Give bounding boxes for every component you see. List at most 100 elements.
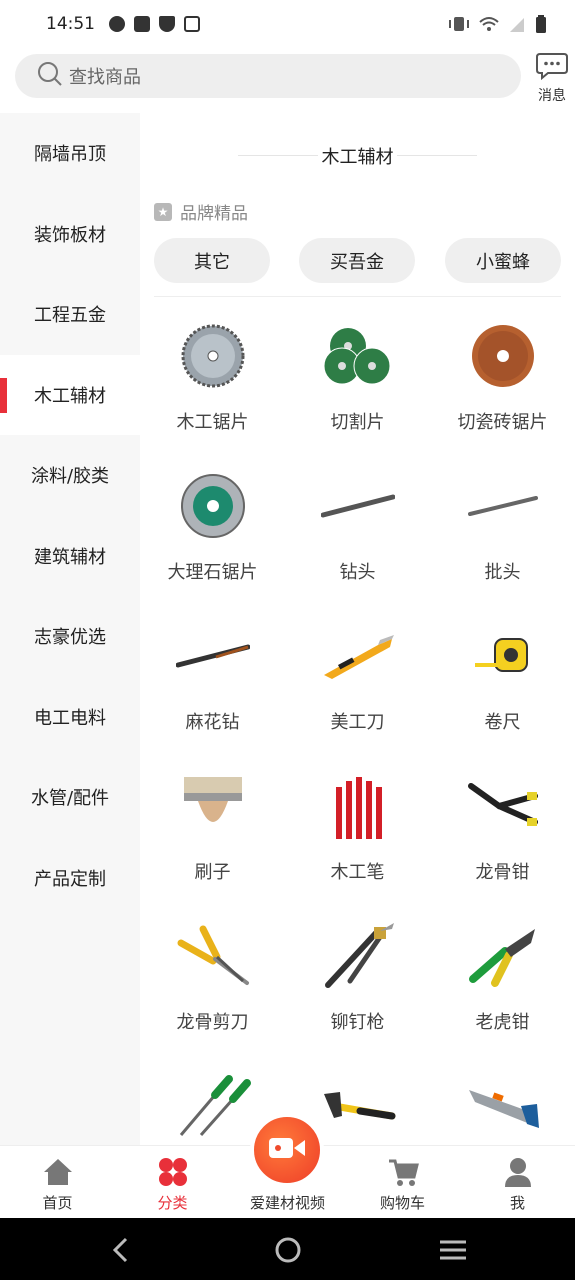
drill-bit-icon [318, 466, 398, 546]
brand-pill-maiwujin[interactable]: 买吾金 [299, 238, 415, 283]
product-item[interactable]: 龙骨剪刀 [140, 908, 285, 1058]
section-title: 木工辅材 [140, 143, 575, 169]
tab-category[interactable]: 分类 [115, 1146, 230, 1219]
product-name: 木工笔 [330, 862, 385, 883]
video-camera-icon [267, 1134, 307, 1166]
product-item[interactable]: 钻头 [285, 458, 430, 608]
sidebar-item-zhihao-picks[interactable]: 志豪优选 [0, 596, 140, 677]
calendar-icon [184, 16, 200, 32]
keel-shears-icon [173, 916, 253, 996]
signal-icon [508, 16, 526, 32]
product-name: 批头 [484, 562, 521, 583]
product-name: 老虎钳 [475, 1012, 530, 1033]
brush-icon [173, 766, 253, 846]
speedometer-icon [109, 16, 125, 32]
tab-label: 购物车 [379, 1194, 425, 1212]
tab-label: 分类 [157, 1194, 188, 1212]
search-placeholder: 查找商品 [69, 67, 141, 88]
tab-home[interactable]: 首页 [0, 1146, 115, 1219]
product-name: 刷子 [194, 862, 231, 883]
message-label: 消息 [538, 88, 566, 104]
category-sidebar: 隔墙吊顶 装饰板材 工程五金 木工辅材 涂料/胶类 建筑辅材 志豪优选 电工电料… [0, 113, 140, 1145]
brand-divider [154, 296, 561, 297]
product-item[interactable]: 卷尺 [430, 608, 575, 758]
product-name: 美工刀 [330, 712, 385, 733]
category-icon [157, 1156, 189, 1188]
brand-section-label: ★ 品牌精品 [154, 199, 248, 224]
sidebar-item-electrical[interactable]: 电工电料 [0, 677, 140, 758]
search-icon [37, 61, 63, 91]
recents-icon[interactable] [438, 1235, 468, 1265]
brand-pills: 其它 买吾金 小蜜蜂 [154, 238, 561, 283]
product-item[interactable]: 麻花钻 [140, 608, 285, 758]
product-item[interactable]: 切瓷砖锯片 [430, 308, 575, 458]
product-name: 切瓷砖锯片 [457, 412, 548, 433]
tab-label: 爱建材视频 [249, 1194, 325, 1212]
system-nav-bar [0, 1218, 575, 1280]
product-item[interactable]: 铆钉枪 [285, 908, 430, 1058]
tape-measure-icon [463, 616, 543, 696]
brand-pill-other[interactable]: 其它 [154, 238, 270, 283]
tab-cart[interactable]: 购物车 [345, 1146, 460, 1219]
home-button-icon[interactable] [273, 1235, 303, 1265]
cart-icon [387, 1156, 419, 1188]
video-button[interactable] [250, 1113, 324, 1187]
title-divider-left [238, 155, 318, 156]
tile-saw-blade-icon [463, 316, 543, 396]
sidebar-item-decorative-boards[interactable]: 装饰板材 [0, 194, 140, 275]
hand-saw-icon [463, 1066, 543, 1145]
rivet-gun-icon [318, 916, 398, 996]
sidebar-item-custom-products[interactable]: 产品定制 [0, 838, 140, 919]
keel-pliers-icon [463, 766, 543, 846]
back-icon[interactable] [106, 1235, 136, 1265]
product-name: 龙骨钳 [475, 862, 530, 883]
product-name: 铆钉枪 [330, 1012, 385, 1033]
product-item[interactable]: 刷子 [140, 758, 285, 908]
product-name: 麻花钻 [185, 712, 240, 733]
product-item[interactable]: 老虎钳 [430, 908, 575, 1058]
brand-label-text: 品牌精品 [180, 204, 248, 224]
sidebar-item-partition-ceiling[interactable]: 隔墙吊顶 [0, 113, 140, 194]
sidebar-item-carpentry-supplies[interactable]: 木工辅材 [0, 354, 140, 435]
product-item[interactable]: 切割片 [285, 308, 430, 458]
product-item[interactable]: 龙骨钳 [430, 758, 575, 908]
tab-label: 我 [509, 1194, 525, 1212]
marble-blade-icon [173, 466, 253, 546]
product-name: 木工锯片 [176, 412, 249, 433]
user-icon [502, 1156, 534, 1188]
product-item[interactable]: 大理石锯片 [140, 458, 285, 608]
pliers-icon [463, 916, 543, 996]
product-item[interactable]: 木工笔 [285, 758, 430, 908]
section-title-text: 木工辅材 [321, 147, 394, 168]
tab-me[interactable]: 我 [460, 1146, 575, 1219]
saw-blade-icon [173, 316, 253, 396]
sidebar-item-paint-glue[interactable]: 涂料/胶类 [0, 435, 140, 516]
star-icon: ★ [154, 202, 172, 221]
product-name: 切割片 [330, 412, 385, 433]
tab-label: 首页 [42, 1194, 73, 1212]
carpenter-pencil-icon [318, 766, 398, 846]
vibrate-icon [448, 16, 470, 32]
status-bar: 14:51 [0, 0, 575, 48]
chat-bubble-icon [536, 53, 568, 84]
product-item[interactable]: 美工刀 [285, 608, 430, 758]
search-input[interactable]: 查找商品 [15, 54, 521, 98]
mail-icon [134, 16, 150, 32]
product-item[interactable]: 木工锯片 [140, 308, 285, 458]
product-item[interactable] [430, 1058, 575, 1145]
product-item[interactable]: 批头 [430, 458, 575, 608]
brand-pill-xiaomifeng[interactable]: 小蜜蜂 [445, 238, 561, 283]
screwdriver-bit-icon [463, 466, 543, 546]
twist-drill-icon [173, 616, 253, 696]
wifi-icon [479, 16, 499, 32]
utility-knife-icon [318, 616, 398, 696]
home-icon [42, 1156, 74, 1188]
sidebar-item-building-supplies[interactable]: 建筑辅材 [0, 516, 140, 597]
shield-icon [159, 16, 175, 32]
search-row: 查找商品 消息 [0, 52, 575, 104]
battery-icon [535, 15, 547, 33]
sidebar-item-water-pipes[interactable]: 水管/配件 [0, 757, 140, 838]
sidebar-item-hardware[interactable]: 工程五金 [0, 274, 140, 355]
message-button[interactable]: 消息 [532, 52, 572, 104]
status-time: 14:51 [46, 14, 95, 34]
